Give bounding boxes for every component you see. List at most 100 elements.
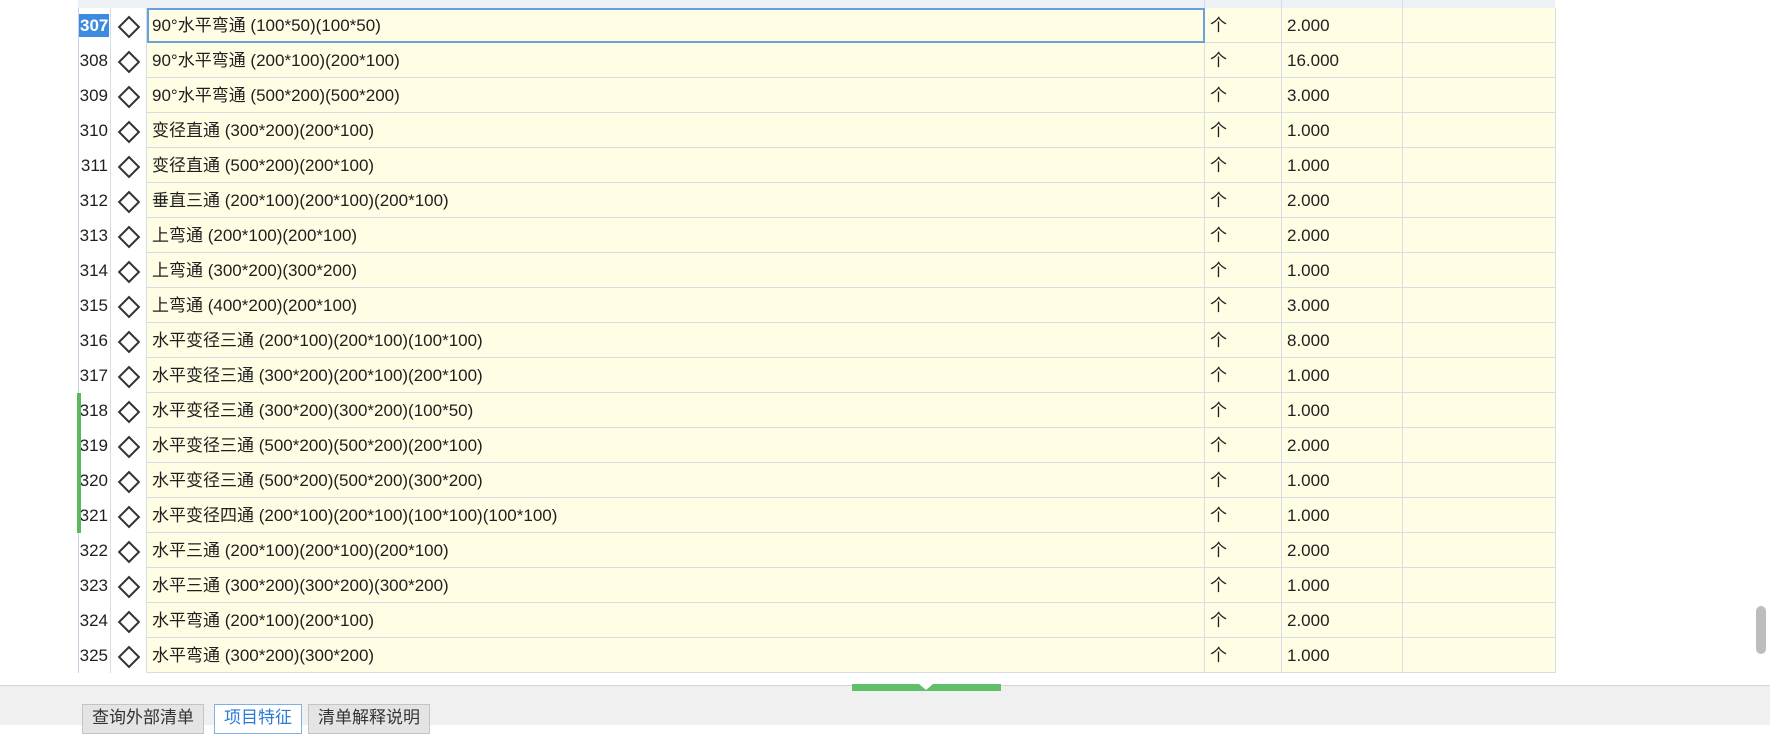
unit-cell[interactable]: 个: [1205, 463, 1282, 498]
extra-cell[interactable]: [1403, 638, 1556, 673]
table-row[interactable]: 321 水平变径四通 (200*100)(200*100)(100*100)(10…: [79, 498, 1556, 533]
item-name-cell[interactable]: 90°水平弯通 (100*50)(100*50): [147, 8, 1205, 43]
quantity-cell[interactable]: 3.000: [1282, 288, 1403, 323]
extra-cell[interactable]: [1403, 78, 1556, 113]
row-number[interactable]: 311: [79, 148, 111, 183]
row-type-cell[interactable]: [111, 603, 147, 638]
item-name-cell[interactable]: 上弯通 (300*200)(300*200): [147, 253, 1205, 288]
vertical-scrollbar-thumb[interactable]: [1756, 606, 1766, 654]
tab-item-features[interactable]: 项目特征: [214, 704, 302, 734]
unit-cell[interactable]: 个: [1205, 533, 1282, 568]
row-number[interactable]: 308: [79, 43, 111, 78]
extra-cell[interactable]: [1403, 358, 1556, 393]
item-name-cell[interactable]: 水平弯通 (300*200)(300*200): [147, 638, 1205, 673]
extra-cell[interactable]: [1403, 463, 1556, 498]
extra-cell[interactable]: [1403, 393, 1556, 428]
item-name-cell[interactable]: 水平弯通 (200*100)(200*100): [147, 603, 1205, 638]
quantity-cell[interactable]: 1.000: [1282, 463, 1403, 498]
extra-cell[interactable]: [1403, 568, 1556, 603]
item-name-cell[interactable]: 水平变径三通 (500*200)(500*200)(200*100): [147, 428, 1205, 463]
unit-cell[interactable]: 个: [1205, 78, 1282, 113]
item-name-cell[interactable]: 90°水平弯通 (200*100)(200*100): [147, 43, 1205, 78]
quantity-cell[interactable]: 1.000: [1282, 358, 1403, 393]
item-name-cell[interactable]: 水平变径三通 (300*200)(300*200)(100*50): [147, 393, 1205, 428]
unit-cell[interactable]: 个: [1205, 568, 1282, 603]
table-row[interactable]: 325 水平弯通 (300*200)(300*200) 个 1.000: [79, 638, 1556, 673]
table-row[interactable]: 308 90°水平弯通 (200*100)(200*100) 个 16.000: [79, 43, 1556, 78]
quantity-cell[interactable]: 2.000: [1282, 183, 1403, 218]
unit-cell[interactable]: 个: [1205, 603, 1282, 638]
row-number[interactable]: 307: [79, 8, 111, 43]
item-name-cell[interactable]: 水平三通 (300*200)(300*200)(300*200): [147, 568, 1205, 603]
row-type-cell[interactable]: [111, 568, 147, 603]
quantity-cell[interactable]: 1.000: [1282, 568, 1403, 603]
table-row[interactable]: 311 变径直通 (500*200)(200*100) 个 1.000: [79, 148, 1556, 183]
item-name-cell[interactable]: 上弯通 (200*100)(200*100): [147, 218, 1205, 253]
quantity-cell[interactable]: 2.000: [1282, 8, 1403, 43]
extra-cell[interactable]: [1403, 183, 1556, 218]
quantity-cell[interactable]: 1.000: [1282, 253, 1403, 288]
item-name-cell[interactable]: 变径直通 (500*200)(200*100): [147, 148, 1205, 183]
row-type-cell[interactable]: [111, 43, 147, 78]
table-row[interactable]: 319 水平变径三通 (500*200)(500*200)(200*100) 个 2.…: [79, 428, 1556, 463]
extra-cell[interactable]: [1403, 148, 1556, 183]
row-type-cell[interactable]: [111, 533, 147, 568]
quantity-cell[interactable]: 2.000: [1282, 603, 1403, 638]
extra-cell[interactable]: [1403, 498, 1556, 533]
item-name-cell[interactable]: 水平变径三通 (200*100)(200*100)(100*100): [147, 323, 1205, 358]
row-type-cell[interactable]: [111, 183, 147, 218]
table-row[interactable]: 314 上弯通 (300*200)(300*200) 个 1.000: [79, 253, 1556, 288]
item-name-cell[interactable]: 水平变径三通 (500*200)(500*200)(300*200): [147, 463, 1205, 498]
quantity-cell[interactable]: 3.000: [1282, 78, 1403, 113]
item-name-cell[interactable]: 水平三通 (200*100)(200*100)(200*100): [147, 533, 1205, 568]
item-name-cell[interactable]: 水平变径三通 (300*200)(200*100)(200*100): [147, 358, 1205, 393]
table-row[interactable]: 320 水平变径三通 (500*200)(500*200)(300*200) 个 1.…: [79, 463, 1556, 498]
tab-query-external-list[interactable]: 查询外部清单: [82, 704, 204, 734]
extra-cell[interactable]: [1403, 533, 1556, 568]
row-type-cell[interactable]: [111, 78, 147, 113]
extra-cell[interactable]: [1403, 603, 1556, 638]
row-number[interactable]: 321: [79, 498, 111, 533]
row-type-cell[interactable]: [111, 393, 147, 428]
unit-cell[interactable]: 个: [1205, 428, 1282, 463]
item-name-cell[interactable]: 90°水平弯通 (500*200)(500*200): [147, 78, 1205, 113]
row-type-cell[interactable]: [111, 498, 147, 533]
unit-cell[interactable]: 个: [1205, 218, 1282, 253]
unit-cell[interactable]: 个: [1205, 393, 1282, 428]
quantity-cell[interactable]: 1.000: [1282, 148, 1403, 183]
quantity-cell[interactable]: 1.000: [1282, 113, 1403, 148]
extra-cell[interactable]: [1403, 113, 1556, 148]
table-row[interactable]: 316 水平变径三通 (200*100)(200*100)(100*100) 个 8.…: [79, 323, 1556, 358]
row-number[interactable]: 324: [79, 603, 111, 638]
row-number[interactable]: 320: [79, 463, 111, 498]
extra-cell[interactable]: [1403, 428, 1556, 463]
extra-cell[interactable]: [1403, 8, 1556, 43]
row-type-cell[interactable]: [111, 323, 147, 358]
row-number[interactable]: 318: [79, 393, 111, 428]
quantity-cell[interactable]: 1.000: [1282, 638, 1403, 673]
tab-list-explanation[interactable]: 清单解释说明: [308, 704, 430, 734]
quantity-cell[interactable]: 2.000: [1282, 533, 1403, 568]
row-number[interactable]: 322: [79, 533, 111, 568]
row-type-cell[interactable]: [111, 463, 147, 498]
row-type-cell[interactable]: [111, 148, 147, 183]
row-type-cell[interactable]: [111, 113, 147, 148]
extra-cell[interactable]: [1403, 323, 1556, 358]
row-number[interactable]: 309: [79, 78, 111, 113]
table-row[interactable]: 307 90°水平弯通 (100*50)(100*50) 个 2.000: [79, 8, 1556, 43]
quantity-cell[interactable]: 8.000: [1282, 323, 1403, 358]
table-row[interactable]: 315 上弯通 (400*200)(200*100) 个 3.000: [79, 288, 1556, 323]
unit-cell[interactable]: 个: [1205, 638, 1282, 673]
unit-cell[interactable]: 个: [1205, 148, 1282, 183]
item-name-cell[interactable]: 垂直三通 (200*100)(200*100)(200*100): [147, 183, 1205, 218]
row-number[interactable]: 312: [79, 183, 111, 218]
row-number[interactable]: 323: [79, 568, 111, 603]
row-type-cell[interactable]: [111, 358, 147, 393]
quantity-cell[interactable]: 1.000: [1282, 393, 1403, 428]
quantity-cell[interactable]: 16.000: [1282, 43, 1403, 78]
unit-cell[interactable]: 个: [1205, 183, 1282, 218]
unit-cell[interactable]: 个: [1205, 498, 1282, 533]
item-name-cell[interactable]: 水平变径四通 (200*100)(200*100)(100*100)(100*1…: [147, 498, 1205, 533]
table-row[interactable]: 310 变径直通 (300*200)(200*100) 个 1.000: [79, 113, 1556, 148]
row-type-cell[interactable]: [111, 428, 147, 463]
